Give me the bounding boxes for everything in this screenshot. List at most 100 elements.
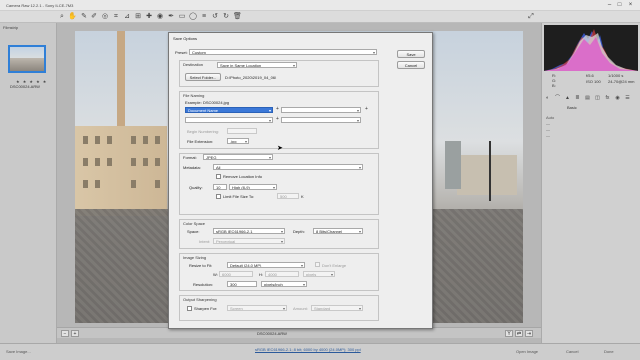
- quality-input[interactable]: 10: [213, 184, 227, 190]
- rgb-readout-b: B:: [552, 83, 556, 88]
- resize-select[interactable]: Default (24.0 MP) ▾: [227, 262, 305, 268]
- resolution-unit-select[interactable]: pixels/inch ▾: [261, 281, 307, 287]
- spot-removal-icon[interactable]: ✚: [145, 13, 153, 21]
- sharpen-checkbox[interactable]: [187, 306, 192, 311]
- zoom-out-icon[interactable]: −: [61, 330, 69, 337]
- cancel-dialog-button[interactable]: Cancel: [397, 61, 425, 69]
- format-label: Format:: [183, 155, 197, 160]
- height-label: H:: [259, 272, 263, 277]
- zoom-tool-icon[interactable]: ⌕: [58, 13, 66, 21]
- copy-settings-icon[interactable]: ⇥: [525, 330, 533, 337]
- limit-file-size-input[interactable]: 500: [277, 193, 299, 199]
- effects-icon[interactable]: fx: [604, 95, 611, 102]
- red-eye-icon[interactable]: ◉: [156, 13, 164, 21]
- adjustment-brush-icon[interactable]: ✒: [167, 13, 175, 21]
- lens-icon[interactable]: ◫: [594, 95, 601, 102]
- limit-file-size-label: Limit File Size To:: [223, 194, 255, 199]
- file-name-select-1[interactable]: Document Name ▾: [185, 107, 273, 113]
- exif-iso: ISO 100: [586, 79, 601, 84]
- cancel-button[interactable]: Cancel: [566, 347, 578, 357]
- color-space-select[interactable]: sRGB IEC61966-2.1 ▾: [213, 228, 285, 234]
- select-folder-button[interactable]: Select Folder...: [185, 73, 221, 81]
- depth-select[interactable]: 8 Bits/Channel ▾: [313, 228, 363, 234]
- metadata-label: Metadata:: [183, 165, 201, 170]
- panel-title: Basic: [567, 105, 577, 110]
- resolution-input[interactable]: 300: [227, 281, 257, 287]
- chevron-down-icon: ▾: [358, 306, 361, 311]
- height-input[interactable]: 4000: [265, 271, 299, 277]
- dont-enlarge-checkbox[interactable]: [315, 262, 320, 267]
- rotate-left-icon[interactable]: ↺: [211, 13, 219, 21]
- white-balance-tool-icon[interactable]: ✎: [80, 13, 88, 21]
- begin-numbering-label: Begin Numbering:: [187, 129, 220, 134]
- rotate-right-icon[interactable]: ↻: [222, 13, 230, 21]
- chevron-down-icon: ▾: [268, 155, 271, 160]
- close-icon[interactable]: ×: [626, 2, 635, 9]
- photo-building-left: [75, 126, 167, 216]
- begin-numbering-input[interactable]: [227, 128, 257, 134]
- crop-tool-icon[interactable]: ⌗: [112, 13, 120, 21]
- delete-icon[interactable]: 🗑: [233, 13, 242, 21]
- width-label: W:: [213, 272, 218, 277]
- file-extension-select[interactable]: .jpg ▾: [227, 138, 249, 144]
- transform-tool-icon[interactable]: ⊞: [134, 13, 142, 21]
- swap-icon[interactable]: ⇄: [515, 330, 523, 337]
- filmstrip-thumbnail[interactable]: [8, 45, 46, 73]
- limit-file-size-checkbox[interactable]: [216, 194, 221, 199]
- color-space-group: [179, 219, 379, 249]
- chevron-down-icon: ▾: [358, 229, 361, 234]
- filmstrip: Filmstrip ★ ★ ★ ★ ★ DSC00024.ARW: [0, 23, 57, 343]
- remove-location-checkbox[interactable]: [216, 174, 221, 179]
- folder-path: D:\Photo_2020\2019_04_06\: [225, 75, 277, 80]
- basic-panel-icon[interactable]: ◐: [544, 95, 551, 102]
- radial-filter-icon[interactable]: ◯: [189, 13, 197, 21]
- detail-icon[interactable]: ▲: [564, 95, 571, 102]
- panel-tabs: ◐ ⌒ ▲ ≣ ▤ ◫ fx ◉ ☰: [544, 95, 638, 102]
- minimize-icon[interactable]: –: [605, 2, 614, 9]
- before-after-icon[interactable]: Y: [505, 330, 513, 337]
- dialog-title: Save Options: [173, 36, 198, 41]
- color-sampler-icon[interactable]: ✐: [90, 13, 98, 21]
- hsl-icon[interactable]: ≣: [574, 95, 581, 102]
- fullscreen-icon[interactable]: ⤢: [527, 13, 535, 21]
- preset-select[interactable]: Custom ▾: [189, 49, 377, 55]
- open-image-button[interactable]: Open Image: [516, 347, 538, 357]
- file-name-select-4[interactable]: ▾: [281, 117, 361, 123]
- resolution-label: Resolution:: [193, 282, 214, 287]
- hand-tool-icon[interactable]: ✋: [68, 13, 77, 21]
- metadata-select[interactable]: All ▾: [213, 164, 363, 170]
- presets-icon[interactable]: ☰: [624, 95, 631, 102]
- photo-lamp-post: [489, 141, 491, 201]
- targeted-adjustment-icon[interactable]: ◎: [101, 13, 109, 21]
- file-name-select-2[interactable]: ▾: [281, 107, 361, 113]
- exif-shutter: 1/1000 s: [608, 73, 624, 78]
- save-button[interactable]: Save: [397, 50, 425, 58]
- preferences-icon[interactable]: ≡: [200, 13, 208, 21]
- chevron-down-icon: ▾: [356, 118, 359, 123]
- split-toning-icon[interactable]: ▤: [584, 95, 591, 102]
- zoom-in-icon[interactable]: +: [71, 330, 79, 337]
- sharpen-for-label: Sharpen For:: [194, 306, 218, 311]
- maximize-icon[interactable]: □: [615, 2, 624, 9]
- destination-select[interactable]: Save in Same Location ▾: [217, 62, 297, 68]
- size-unit-select[interactable]: pixels ▾: [303, 271, 335, 277]
- amount-select[interactable]: Standard ▾: [311, 305, 363, 311]
- file-name-select-3[interactable]: ▾: [185, 117, 273, 123]
- quality-select[interactable]: High (8-9) ▾: [229, 184, 277, 190]
- calibration-icon[interactable]: ◉: [614, 95, 621, 102]
- chevron-down-icon: ▾: [356, 108, 359, 113]
- sharpen-for-select[interactable]: Screen ▾: [227, 305, 287, 311]
- chevron-down-icon: ▾: [358, 165, 361, 170]
- tone-curve-icon[interactable]: ⌒: [554, 95, 561, 102]
- save-image-button[interactable]: Save Image...: [6, 347, 31, 357]
- format-select[interactable]: JPEG ▾: [203, 154, 273, 160]
- graduated-filter-icon[interactable]: ▭: [178, 13, 186, 21]
- straighten-tool-icon[interactable]: ⊿: [123, 13, 131, 21]
- preset-label: Preset:: [175, 50, 188, 55]
- panel-line: —: [546, 127, 550, 132]
- workflow-options-link[interactable]: sRGB IEC61966-2.1; 8 bit; 6000 by 4000 (…: [255, 347, 361, 352]
- output-sharpening-title: Output Sharpening: [183, 297, 217, 302]
- width-input[interactable]: 6000: [219, 271, 253, 277]
- intent-select[interactable]: Perceptual ▾: [213, 238, 285, 244]
- done-button[interactable]: Done: [604, 347, 614, 357]
